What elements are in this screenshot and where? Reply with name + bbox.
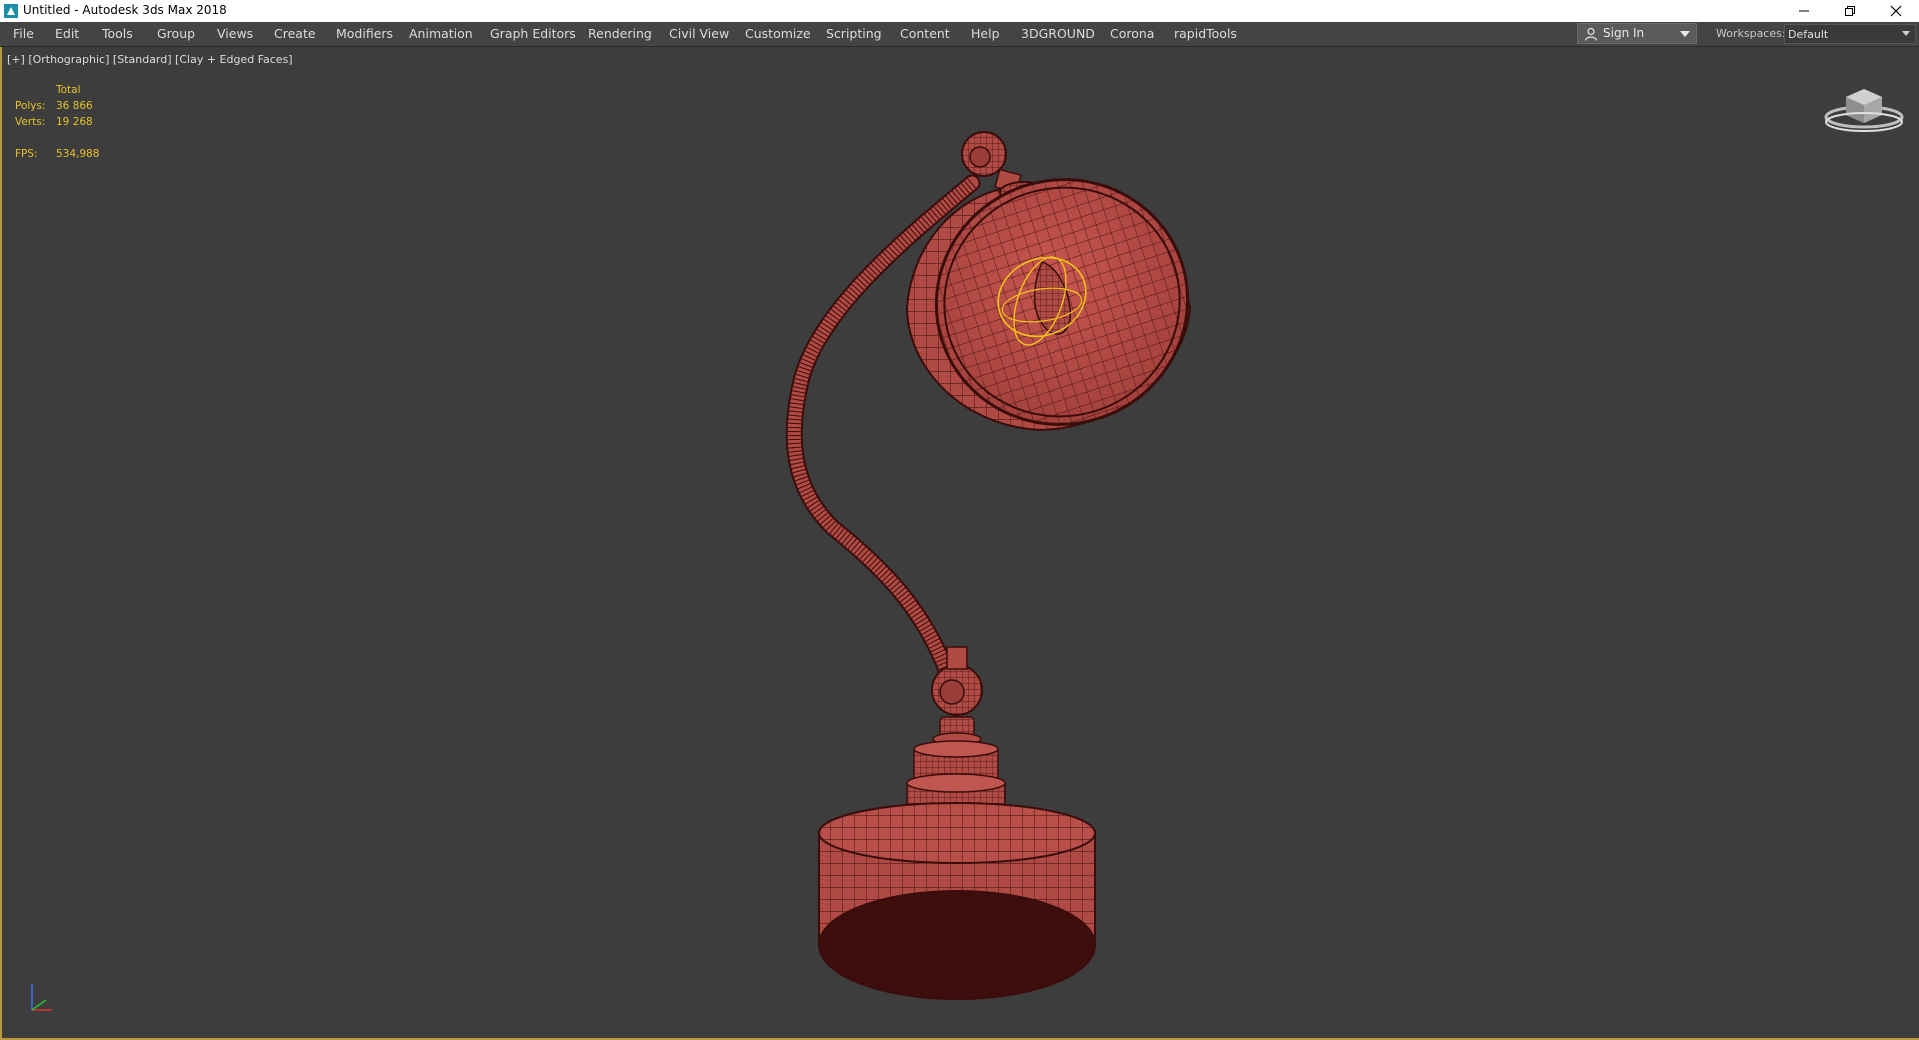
menu-3dground[interactable]: 3DGROUND	[1021, 22, 1095, 46]
menu-content[interactable]: Content	[900, 22, 950, 46]
3dsmax-app-icon	[4, 4, 18, 18]
viewport-orthographic[interactable]: [+] [Orthographic] [Standard] [Clay + Ed…	[0, 47, 1919, 1040]
chevron-down-icon	[1902, 31, 1910, 36]
menu-customize[interactable]: Customize	[745, 22, 811, 46]
minimize-button[interactable]	[1781, 0, 1827, 22]
menu-animation[interactable]: Animation	[409, 22, 473, 46]
window-title: Untitled - Autodesk 3ds Max 2018	[23, 3, 227, 17]
lamp-model[interactable]	[2, 47, 1919, 1037]
menu-tools[interactable]: Tools	[102, 22, 133, 46]
menu-graph-editors[interactable]: Graph Editors	[490, 22, 576, 46]
close-icon	[1890, 5, 1902, 17]
workspaces-value: Default	[1788, 28, 1829, 41]
menu-scripting[interactable]: Scripting	[826, 22, 882, 46]
menu-views[interactable]: Views	[217, 22, 253, 46]
menu-help[interactable]: Help	[971, 22, 1000, 46]
menu-civil-view[interactable]: Civil View	[669, 22, 729, 46]
minimize-icon	[1799, 10, 1809, 12]
axis-tripod-icon	[31, 984, 52, 1011]
workspaces-label: Workspaces:	[1716, 27, 1786, 40]
menu-modifiers[interactable]: Modifiers	[336, 22, 393, 46]
chevron-down-icon	[1680, 31, 1690, 37]
title-bar: Untitled - Autodesk 3ds Max 2018	[0, 0, 1919, 22]
restore-button[interactable]	[1827, 0, 1873, 22]
restore-icon	[1845, 6, 1855, 16]
menu-rendering[interactable]: Rendering	[588, 22, 652, 46]
menu-edit[interactable]: Edit	[55, 22, 79, 46]
user-icon	[1584, 27, 1598, 41]
menu-corona[interactable]: Corona	[1110, 22, 1154, 46]
sign-in-dropdown[interactable]: Sign In	[1577, 23, 1697, 44]
workspaces-dropdown[interactable]: Default	[1784, 24, 1916, 44]
close-button[interactable]	[1873, 0, 1919, 22]
menu-create[interactable]: Create	[274, 22, 316, 46]
sign-in-label: Sign In	[1603, 26, 1645, 40]
menu-file[interactable]: File	[13, 22, 34, 46]
menu-group[interactable]: Group	[157, 22, 195, 46]
menu-rapidtools[interactable]: rapidTools	[1174, 22, 1237, 46]
